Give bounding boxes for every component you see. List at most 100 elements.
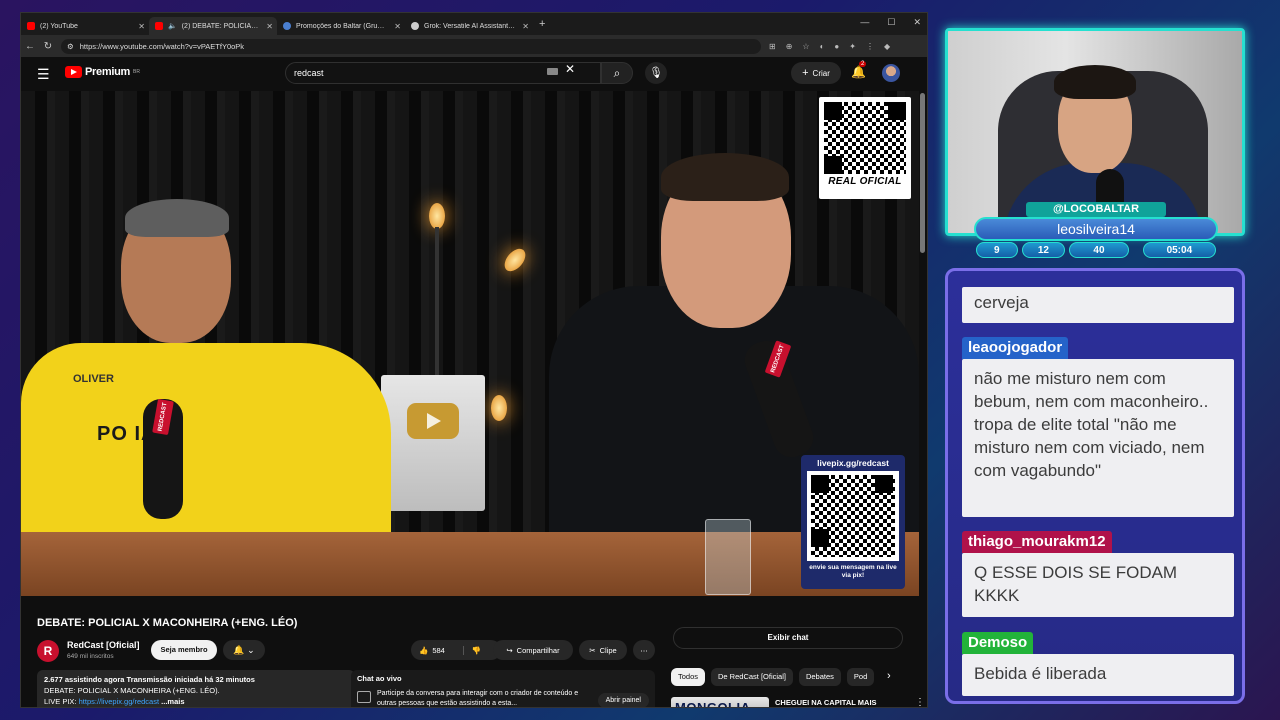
more-dots-icon: ⋯ — [640, 645, 648, 655]
recommended-thumbnail[interactable]: MONGOLIA — [671, 697, 769, 707]
chat-message: não me misturo nem com bebum, nem com ma… — [962, 359, 1234, 517]
like-button[interactable]: 👍 584 — [419, 646, 445, 655]
channel-avatar[interactable]: R — [37, 640, 59, 662]
stream-timer: 05:04 — [1142, 242, 1217, 258]
address-bar: ← ↻ ⚙ https://www.youtube.com/watch?v=vP… — [21, 35, 927, 57]
account-avatar[interactable] — [882, 64, 900, 82]
chat-username: Demoso — [962, 632, 1034, 654]
microphone-icon: 🎙 — [649, 67, 663, 79]
keyboard-icon[interactable] — [547, 68, 558, 75]
menu-dots-icon[interactable]: ⋮ — [866, 42, 874, 51]
livepix-qr-overlay: livepix.gg/redcast envie sua mensagem na… — [801, 455, 905, 589]
video-player[interactable]: OLIVER PO IAIS REDCAST REDCAST REAL OFIC… — [21, 91, 919, 596]
chat-message: cerveja — [962, 287, 1234, 323]
extension-icon[interactable]: ◐ — [820, 42, 825, 51]
open-panel-button[interactable]: Abrir painel — [597, 693, 649, 707]
filter-chips: Todos De RedCast [Oficial] Debates Pod — [671, 668, 875, 686]
window-controls: — ☐ ✕ — [860, 17, 921, 28]
chip-redcast[interactable]: De RedCast [Oficial] — [711, 668, 793, 686]
like-count: 584 — [432, 645, 445, 655]
tab-label: (2) DEBATE: POLICIAL X MAC — [181, 22, 262, 30]
url-field[interactable]: ⚙ https://www.youtube.com/watch?v=vPAETf… — [61, 38, 761, 54]
close-tab-icon[interactable]: ✕ — [266, 22, 273, 31]
show-more[interactable]: ...mais — [161, 697, 184, 706]
clip-button[interactable]: ✂ Clipe — [579, 640, 627, 660]
lamp-bulb — [491, 395, 507, 421]
wooden-table — [21, 532, 919, 596]
tab-bar: (2) YouTube ✕ 🔈 (2) DEBATE: POLICIAL X M… — [21, 13, 927, 35]
tab-label: Promoções do Baltar (Grupo de — [296, 22, 388, 30]
recommended-video[interactable]: MONGOLIA CHEGUEI NA CAPITAL MAIS POLUÍDA… — [671, 697, 925, 707]
scissors-icon: ✂ — [589, 645, 596, 655]
show-chat-button[interactable]: Exibir chat — [673, 627, 903, 649]
recommended-title[interactable]: CHEGUEI NA CAPITAL MAIS POLUÍDA DO MUNDO… — [775, 697, 905, 707]
livepix-link[interactable]: https://livepix.gg/redcast — [79, 697, 159, 706]
star-icon[interactable]: ☆ — [802, 42, 809, 51]
featured-viewer: leosilveira14 — [974, 217, 1218, 241]
share-icon: ↪ — [506, 645, 513, 655]
description-text: DEBATE: POLICIAL X MACONHEIRA (+ENG. LÉO… — [44, 686, 220, 695]
qr-code-image — [811, 475, 895, 557]
livepix-caption: envie sua mensagem na live via pix! — [809, 564, 897, 579]
person-left-body: OLIVER PO IAIS — [21, 343, 391, 543]
join-button[interactable]: Seja membro — [151, 640, 217, 660]
dislike-button[interactable]: 👎 — [462, 645, 482, 655]
minimize-icon[interactable]: — — [860, 17, 869, 28]
play-icon — [407, 403, 459, 439]
qr-code-image — [824, 102, 906, 174]
back-icon[interactable]: ← — [21, 41, 39, 52]
chat-username: thiago_mourakm12 — [962, 531, 1112, 553]
plus-icon: + — [802, 67, 809, 79]
chevron-right-icon[interactable]: › — [887, 670, 891, 682]
page-scrollbar[interactable] — [920, 93, 925, 253]
site-info-icon[interactable]: ⚙ — [67, 42, 74, 51]
channel-name[interactable]: RedCast [Oficial] — [67, 640, 140, 650]
chip-todos[interactable]: Todos — [671, 668, 706, 686]
qr-label: REAL OFICIAL — [828, 176, 902, 187]
tab-youtube[interactable]: (2) YouTube ✕ — [21, 17, 149, 35]
new-tab-button[interactable]: + — [539, 18, 545, 30]
speaker-icon[interactable]: 🔈 — [168, 22, 177, 30]
copilot-icon[interactable]: ◆ — [884, 42, 890, 51]
more-actions-button[interactable]: ⋯ — [633, 640, 655, 660]
pix-label: LIVE PIX: — [44, 697, 79, 706]
tab-debate[interactable]: 🔈 (2) DEBATE: POLICIAL X MAC ✕ — [149, 17, 277, 35]
chip-debates[interactable]: Debates — [798, 668, 841, 686]
tab-label: (2) YouTube — [40, 22, 78, 30]
close-window-icon[interactable]: ✕ — [913, 17, 921, 28]
zoom-icon[interactable]: ⊕ — [786, 42, 793, 51]
url-text: https://www.youtube.com/watch?v=vPAETfY0… — [79, 41, 245, 51]
hamburger-menu-icon[interactable]: ☰ — [37, 66, 50, 83]
subscription-bell-button[interactable]: 🔔 ⌄ — [223, 640, 265, 660]
notifications-bell-icon[interactable]: 🔔 — [851, 65, 866, 79]
tab-promocoes[interactable]: Promoções do Baltar (Grupo de ✕ — [277, 17, 405, 35]
clear-search-icon[interactable]: ✕ — [565, 62, 575, 76]
recommended-menu-icon[interactable]: ⋮ — [915, 697, 925, 707]
like-dislike-group: 👍 584 👎 — [411, 640, 501, 660]
youtube-header: ☰ Premium BR redcast ✕ ⌕ 🎙 + Criar 🔔 2 — [21, 57, 927, 89]
extensions-puzzle-icon[interactable]: ✦ — [849, 42, 856, 51]
stat-badge: 40 — [1069, 242, 1129, 258]
reload-icon[interactable]: ↻ — [39, 41, 57, 52]
tab-grok[interactable]: Grok: Versatile AI Assistant Capab ✕ — [405, 17, 533, 35]
close-tab-icon[interactable]: ✕ — [138, 22, 145, 31]
search-button[interactable]: ⌕ — [601, 62, 633, 84]
share-label: Compartilhar — [516, 645, 560, 655]
thumbs-up-icon: 👍 — [419, 645, 429, 655]
install-app-icon[interactable]: ⊞ — [769, 42, 776, 51]
close-tab-icon[interactable]: ✕ — [522, 22, 529, 31]
share-button[interactable]: ↪ Compartilhar — [493, 640, 573, 660]
chip-pod[interactable]: Pod — [846, 668, 875, 686]
youtube-premium-logo[interactable]: Premium BR — [65, 66, 140, 78]
qr-code-real-oficial: REAL OFICIAL — [819, 97, 911, 199]
video-description[interactable]: 2.677 assistindo agora Transmissão inici… — [37, 670, 355, 707]
thumbs-down-icon: 👎 — [471, 645, 482, 655]
chat-username: leaoojogador — [962, 337, 1069, 359]
close-tab-icon[interactable]: ✕ — [394, 22, 401, 31]
voice-search-button[interactable]: 🎙 — [645, 62, 667, 84]
subscriber-count: 649 mil inscritos — [67, 653, 114, 660]
profile-icon[interactable]: ● — [834, 42, 839, 51]
maximize-icon[interactable]: ☐ — [887, 17, 895, 28]
streamer-handle: @LOCOBALTAR — [1026, 202, 1166, 217]
create-button[interactable]: + Criar — [791, 62, 841, 84]
